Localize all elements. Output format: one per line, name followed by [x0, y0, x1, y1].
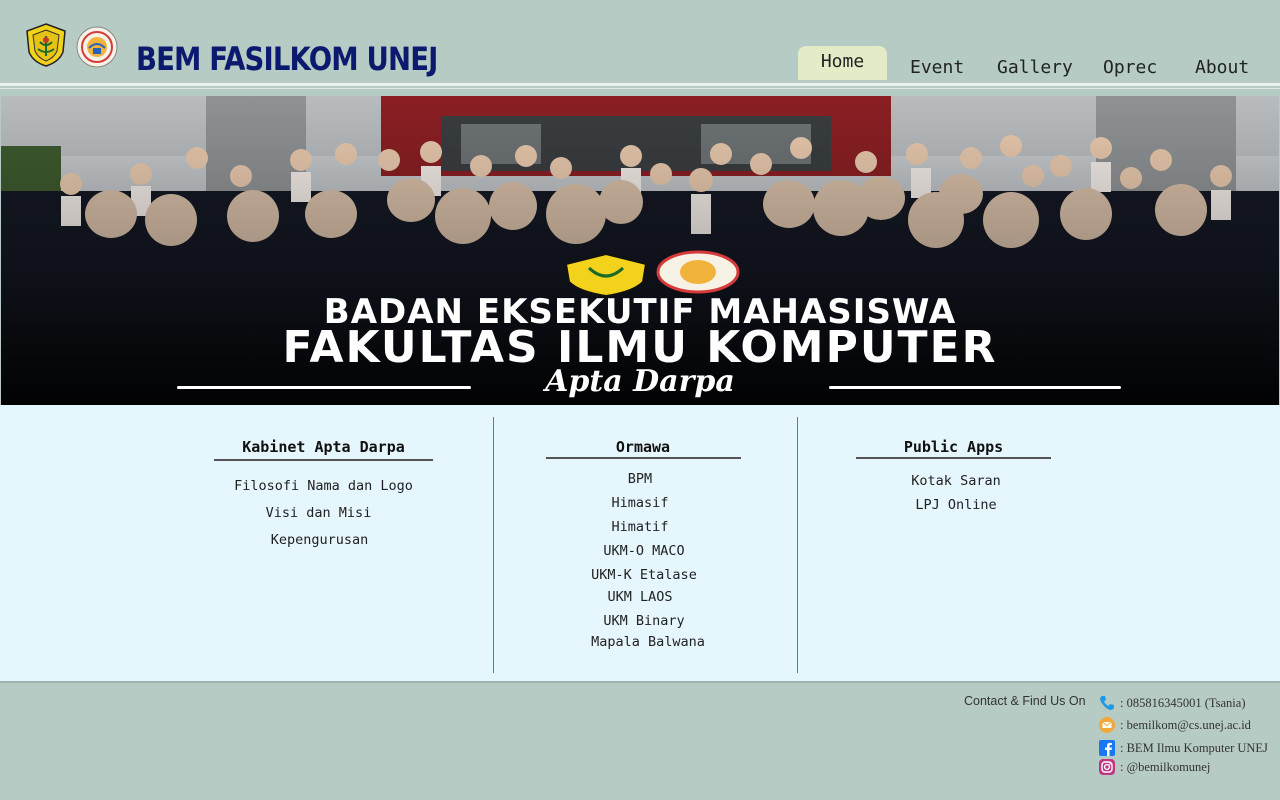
link-bpm[interactable]: BPM — [540, 471, 740, 487]
contact-instagram[interactable]: : @bemilkomunej — [1098, 758, 1210, 776]
link-visi-misi[interactable]: Visi dan Misi — [209, 505, 428, 521]
link-ukm-o-maco[interactable]: UKM-O MACO — [544, 543, 744, 559]
bem-logo-icon[interactable] — [76, 26, 118, 68]
contact-email[interactable]: : bemilkom@cs.unej.ac.id — [1098, 716, 1251, 734]
link-himatif[interactable]: Himatif — [540, 519, 740, 535]
column-heading-kabinet: Kabinet Apta Darpa — [242, 438, 405, 456]
link-himasif[interactable]: Himasif — [540, 495, 740, 511]
nav-event[interactable]: Event — [910, 57, 964, 78]
site-header: BEM FASILKOM UNEJ Home Event Gallery Opr… — [0, 0, 1280, 82]
nav-home[interactable]: Home — [798, 46, 887, 80]
site-footer: Contact & Find Us On : 085816345001 (Tsa… — [0, 683, 1280, 800]
hero-banner: BADAN EKSEKUTIF MAHASISWA FAKULTAS ILMU … — [1, 96, 1279, 405]
link-columns: Kabinet Apta Darpa Filosofi Nama dan Log… — [0, 405, 1280, 681]
nav-oprec[interactable]: Oprec — [1103, 57, 1157, 78]
contact-label: Contact & Find Us On — [964, 694, 1086, 708]
header-divider-thin — [0, 88, 1280, 89]
banner-cabinet-name: Apta Darpa — [545, 364, 735, 399]
link-kepengurusan[interactable]: Kepengurusan — [210, 532, 429, 548]
nav-about[interactable]: About — [1195, 57, 1249, 78]
column-underline — [546, 457, 741, 459]
header-divider — [0, 83, 1280, 86]
unej-logo-icon[interactable] — [23, 22, 69, 68]
contact-instagram-text: : @bemilkomunej — [1120, 759, 1211, 774]
link-lpj-online[interactable]: LPJ Online — [856, 497, 1056, 513]
email-icon — [1098, 716, 1116, 734]
link-ukm-binary[interactable]: UKM Binary — [544, 613, 744, 629]
contact-phone-text: : 085816345001 (Tsania) — [1120, 695, 1246, 710]
column-heading-ormawa: Ormawa — [615, 438, 671, 456]
instagram-icon — [1098, 758, 1116, 776]
link-ukm-k-etalase[interactable]: UKM-K Etalase — [544, 567, 744, 583]
link-mapala-balwana[interactable]: Mapala Balwana — [548, 634, 748, 650]
facebook-icon — [1098, 739, 1116, 757]
contact-email-text: : bemilkom@cs.unej.ac.id — [1120, 717, 1251, 732]
site-title[interactable]: BEM FASILKOM UNEJ — [136, 40, 438, 78]
link-filosofi[interactable]: Filosofi Nama dan Logo — [214, 478, 433, 494]
column-underline — [856, 457, 1051, 459]
column-heading-public-apps: Public Apps — [903, 438, 1004, 456]
column-divider — [493, 417, 494, 673]
phone-icon — [1098, 694, 1116, 712]
column-underline — [214, 459, 433, 461]
link-kotak-saran[interactable]: Kotak Saran — [856, 473, 1056, 489]
contact-facebook-text: : BEM Ilmu Komputer UNEJ — [1120, 740, 1268, 755]
nav-gallery[interactable]: Gallery — [997, 57, 1073, 78]
link-ukm-laos[interactable]: UKM LAOS — [540, 589, 740, 605]
contact-facebook[interactable]: : BEM Ilmu Komputer UNEJ — [1098, 739, 1268, 757]
contact-phone[interactable]: : 085816345001 (Tsania) — [1098, 694, 1246, 712]
column-divider — [797, 417, 798, 673]
